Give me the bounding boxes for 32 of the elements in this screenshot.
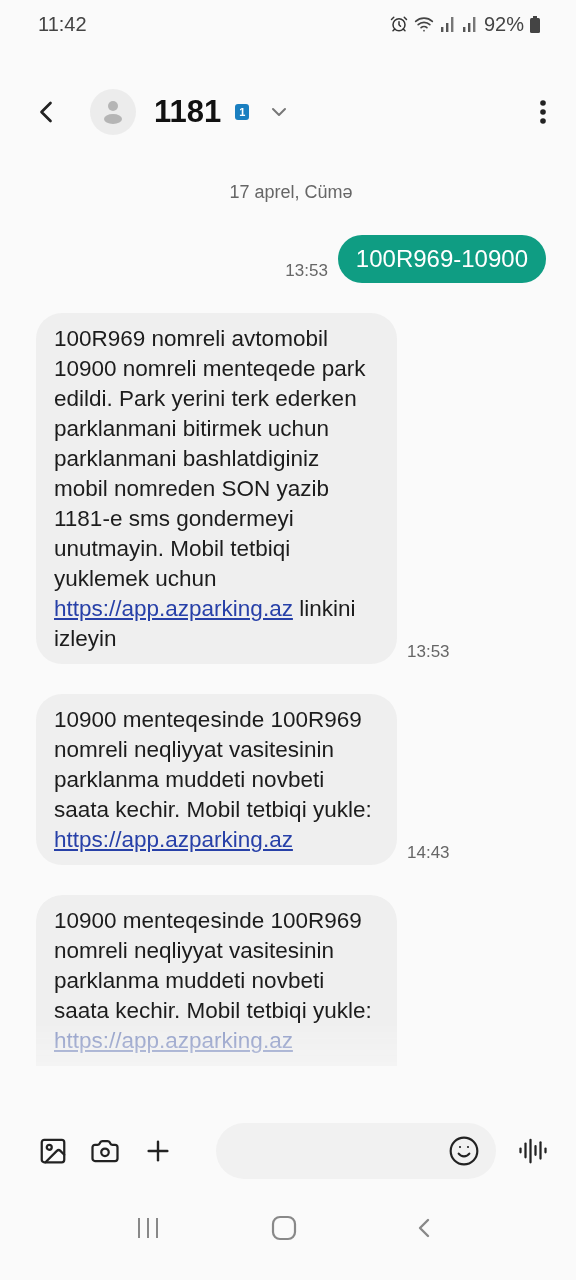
recent-apps-icon	[135, 1216, 160, 1240]
contact-title: 1181	[154, 94, 222, 130]
battery-percent: 92%	[483, 12, 524, 36]
smiley-icon	[448, 1135, 480, 1167]
sim-badge: 1	[235, 104, 250, 120]
gallery-button[interactable]	[38, 1136, 68, 1166]
message-text: 100R969 nomreli avtomobil 10900 nomreli menteqede park edildi. Park yerini terk ederken parklanmani bitirmek uchun parklanmani bashlatdiginiz mobil nomreden SON yazib 1181-e sms gondermeyi unutmayin. Mobil tetbiqi yuklemek uchun https://app.azparking.az linkini izleyin	[54, 325, 367, 653]
emoji-button[interactable]	[448, 1135, 480, 1167]
home-button[interactable]	[271, 1215, 297, 1241]
voice-button[interactable]	[518, 1136, 548, 1166]
sound-wave-icon	[518, 1136, 548, 1166]
message-text: 10900 menteqesinde 100R969 nomreli neqliyyat vasitesinin parklanma muddeti novbeti saata kechir. Mobil tetbiqi yukle: https://app.azparking.az	[54, 706, 373, 854]
alarm-icon	[389, 15, 408, 33]
more-icon	[540, 100, 546, 124]
message-link[interactable]: https://app.azparking.az	[54, 596, 293, 621]
battery-icon	[530, 15, 540, 33]
message-text: 100R969-10900	[355, 244, 528, 274]
signal-icon	[439, 15, 456, 33]
message-time: 13:53	[407, 642, 450, 663]
image-icon	[38, 1136, 68, 1166]
home-icon	[271, 1215, 297, 1241]
date-divider: 17 aprel, Cümə	[229, 182, 353, 203]
wifi-icon	[413, 14, 434, 34]
person-icon	[103, 100, 123, 124]
recent-apps-button[interactable]	[135, 1216, 160, 1240]
clock-time: 11:42	[38, 12, 87, 36]
message-text: 10900 menteqesinde 100R969 nomreli neqliyyat vasitesinin parklanma muddeti novbeti saata kechir. Mobil tetbiqi yukle: https://app.azparking.az	[54, 907, 373, 1055]
message-time: 14:43	[407, 843, 450, 864]
signal-icon	[461, 15, 478, 33]
message-time: 13:53	[285, 261, 328, 282]
message-link[interactable]: https://app.azparking.az	[54, 827, 293, 852]
more-button[interactable]	[540, 100, 546, 124]
